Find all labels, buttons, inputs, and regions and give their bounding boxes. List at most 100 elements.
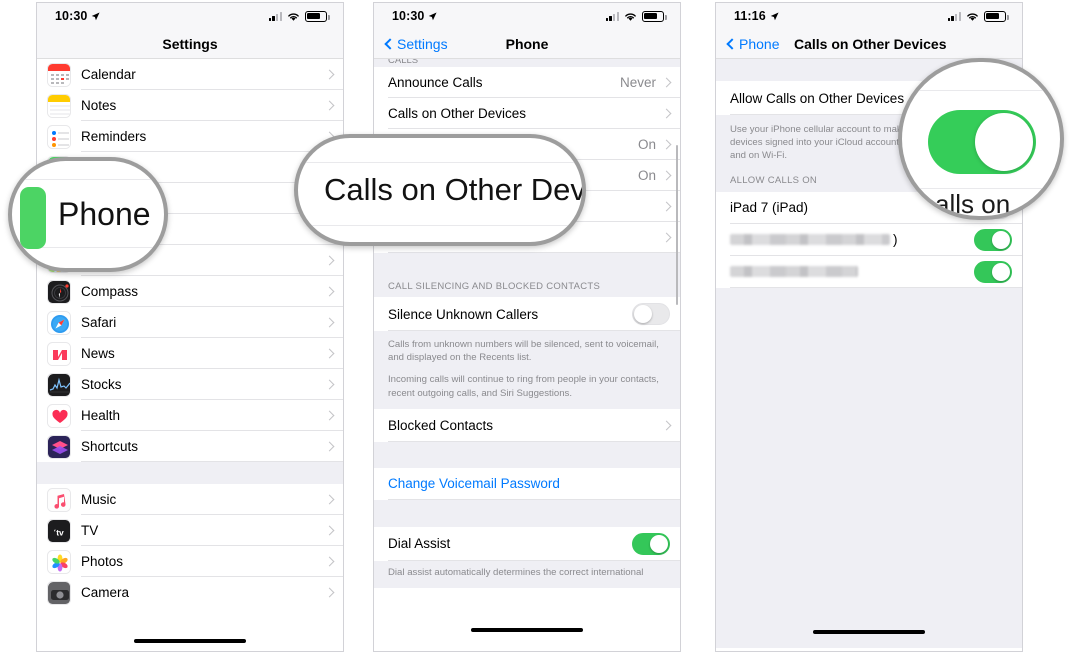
status-left: 10:30 [55,9,101,23]
magnified-separator [12,179,164,180]
scrollbar[interactable] [675,145,678,305]
row-label: Music [81,492,117,507]
status-left: 11:16 [734,9,779,23]
magnifier-callout-calls-on-other-devices: Calls on Other Dev [294,134,586,246]
row-label: Reminders [81,129,147,144]
sidebar-item-music[interactable]: Music [37,484,343,515]
magnified-separator [902,90,1060,91]
back-label: Settings [397,35,448,52]
location-arrow-icon [92,11,101,20]
safari-app-icon [47,310,71,335]
sidebar-item-compass[interactable]: Compass [37,276,343,307]
sidebar-item-health[interactable]: Health [37,400,343,431]
footnote-paragraph-1: Calls from unknown numbers will be silen… [388,339,659,364]
chevron-right-icon [324,410,335,421]
status-bar: 10:30 [374,3,680,29]
magnified-separator [298,162,582,163]
battery-icon [305,10,330,22]
phone-app-icon-zoom [20,187,46,249]
row-value: Never [619,75,656,90]
list-item-dial-assist[interactable]: Dial Assist [374,526,680,561]
status-left: 10:30 [392,9,438,23]
stocks-app-icon [47,372,71,397]
status-right [605,10,667,22]
redacted-text [730,234,890,246]
chevron-right-icon [661,139,672,150]
row-label: Shortcuts [81,439,139,454]
list-bottom-area [716,287,1022,648]
row-label: Photos [81,554,124,569]
status-right [268,10,330,22]
magnified-toggle-on [928,110,1036,174]
compass-app-icon [47,279,71,304]
back-button[interactable]: Phone [726,35,780,52]
list-item-device-redacted-1[interactable]: ) [716,223,1022,256]
list-item-blocked-contacts[interactable]: Blocked Contacts [374,408,680,442]
chevron-right-icon [661,108,672,119]
home-indicator [134,638,246,643]
chevron-right-icon [661,77,672,88]
device-toggle[interactable] [974,260,1012,283]
cellular-bars-icon [268,11,282,21]
row-label: Dial Assist [388,536,451,552]
row-label: Blocked Contacts [388,417,494,433]
sidebar-item-camera[interactable]: Camera [37,577,343,608]
status-time: 10:30 [55,9,88,23]
phone-screen-phone-settings: 10:30 Settings Phone CALLS Announce Call… [373,2,681,652]
row-label: Safari [81,315,117,330]
sidebar-item-safari[interactable]: Safari [37,307,343,338]
chevron-right-icon [661,170,672,181]
row-value: On [637,168,656,183]
battery-icon [984,10,1009,22]
back-button[interactable]: Settings [384,35,448,52]
magnifier-callout-phone: Phone [8,157,168,272]
back-label: Phone [739,35,780,52]
device-toggle[interactable] [974,228,1012,251]
reminders-app-icon [47,124,71,149]
notes-app-icon [47,93,71,118]
list-group-gap [374,253,680,277]
magnifier-callout-toggle: calls on [898,58,1064,220]
sidebar-item-notes[interactable]: Notes [37,90,343,121]
wifi-icon [288,12,299,21]
list-item-change-voicemail-password[interactable]: Change Voicemail Password [374,467,680,500]
list-item-calls-on-other-devices[interactable]: Calls on Other Devices [374,98,680,129]
chevron-right-icon [324,317,335,328]
dial-assist-footnote: Dial assist automatically determines the… [374,560,680,589]
footnote-paragraph: Dial assist automatically determines the… [388,566,644,578]
sidebar-item-stocks[interactable]: Stocks [37,369,343,400]
calendar-app-icon [47,62,71,87]
magnified-separator [298,225,582,226]
sidebar-item-calendar[interactable]: Calendar [37,59,343,90]
row-label: Silence Unknown Callers [388,306,539,322]
chevron-right-icon [324,556,335,567]
row-label: Notes [81,98,117,113]
nav-bar: Settings [37,29,343,59]
status-time: 11:16 [734,9,766,23]
sidebar-item-news[interactable]: News [37,338,343,369]
dial-assist-toggle[interactable] [632,532,670,555]
screenshot-stage: 10:30 Settings Calendar Notes Reminders … [0,0,1080,654]
row-label: Announce Calls [388,75,483,90]
row-label: Health [81,408,121,423]
silence-unknown-callers-toggle[interactable] [632,303,670,325]
list-item-announce-calls[interactable]: Announce Calls Never [374,67,680,98]
list-item-device-redacted-2[interactable] [716,255,1022,288]
camera-app-icon [47,580,71,605]
sidebar-item-tv[interactable]: tv TV [37,515,343,546]
page-title: Settings [162,35,218,52]
sidebar-item-photos[interactable]: Photos [37,546,343,577]
row-label: Calls on Other Devices [388,106,527,121]
row-label: Stocks [81,377,122,392]
chevron-left-icon [384,37,396,50]
list-item-silence-unknown-callers[interactable]: Silence Unknown Callers [374,297,680,331]
row-label: Compass [81,284,139,299]
row-label: Camera [81,585,130,600]
chevron-right-icon [324,69,335,80]
chevron-right-icon [324,441,335,452]
wifi-icon [625,12,636,21]
sidebar-item-shortcuts[interactable]: Shortcuts [37,431,343,462]
chevron-right-icon [324,494,335,505]
magnifier-content: Phone [12,161,164,268]
location-arrow-icon [429,11,438,20]
